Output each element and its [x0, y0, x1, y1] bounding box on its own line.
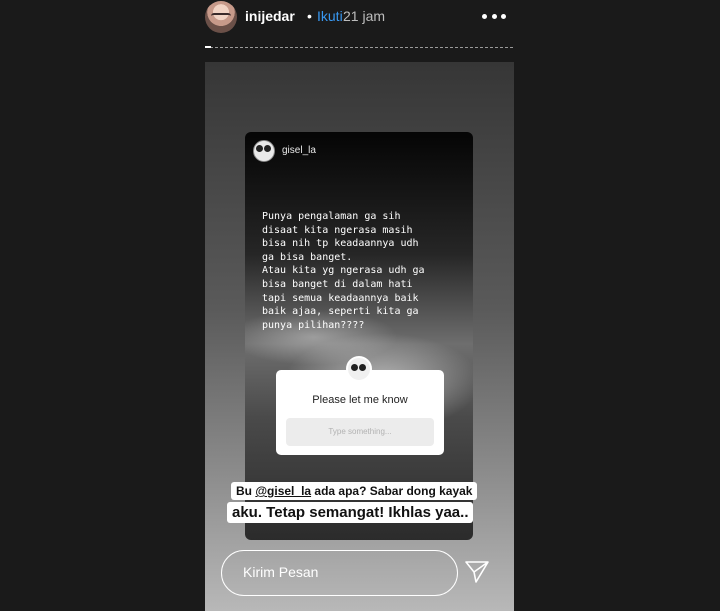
follow-button[interactable]: Ikuti — [317, 8, 343, 24]
question-sticker-avatar — [346, 356, 372, 382]
shared-story-card[interactable]: gisel_la Punya pengalaman ga sih disaat … — [245, 132, 473, 540]
story-progress-fill — [205, 46, 212, 48]
caption-line-2: aku. Tetap semangat! Ikhlas yaa.. — [227, 502, 474, 523]
shared-username: gisel_la — [282, 145, 316, 156]
question-answer-field[interactable]: Type something... — [286, 418, 434, 446]
story-header: inijedar • Ikuti 21 jam — [0, 0, 720, 34]
send-icon[interactable] — [464, 560, 490, 584]
shared-user-avatar — [253, 140, 275, 162]
story-viewer[interactable]: gisel_la Punya pengalaman ga sih disaat … — [205, 62, 514, 611]
caption-suffix: ada apa? Sabar dong kayak — [311, 484, 473, 498]
caption-line-1: Bu @gisel_la ada apa? Sabar dong kayak — [231, 482, 478, 500]
caption-prefix: Bu — [236, 484, 256, 498]
question-sticker[interactable]: Please let me know Type something... — [276, 370, 444, 455]
story-progress-bar — [205, 46, 513, 49]
question-title: Please let me know — [312, 394, 408, 406]
shared-post-text: Punya pengalaman ga sih disaat kita nger… — [262, 211, 425, 331]
send-message-input[interactable]: Kirim Pesan — [221, 550, 458, 596]
post-time: 21 jam — [343, 8, 386, 24]
more-icon[interactable] — [482, 6, 506, 26]
caption-mention-link[interactable]: @gisel_la — [255, 484, 311, 498]
separator-dot: • — [307, 8, 312, 24]
profile-avatar[interactable] — [205, 1, 237, 33]
username[interactable]: inijedar — [245, 8, 295, 24]
